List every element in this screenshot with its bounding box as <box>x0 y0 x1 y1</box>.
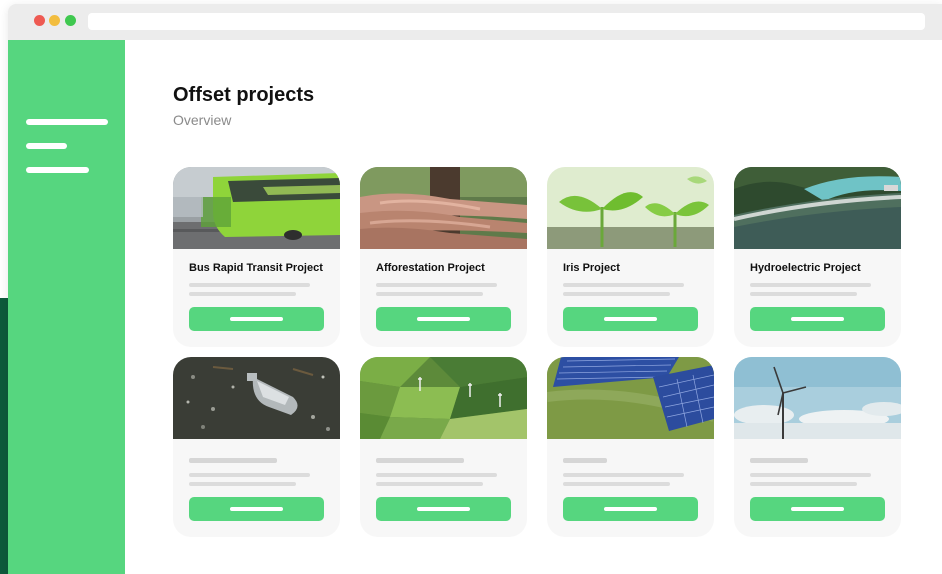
button-label-placeholder <box>417 317 470 321</box>
project-card[interactable]: Afforestation Project <box>360 167 527 347</box>
text-placeholder <box>189 482 296 486</box>
project-action-button[interactable] <box>376 307 511 331</box>
hands-on-tree-photo <box>360 167 527 249</box>
title-placeholder <box>189 458 277 463</box>
project-title: Iris Project <box>563 262 620 274</box>
text-placeholder <box>563 482 670 486</box>
text-placeholder <box>750 482 857 486</box>
project-card[interactable] <box>360 357 527 537</box>
project-title: Afforestation Project <box>376 262 485 274</box>
close-window-button[interactable] <box>34 15 45 26</box>
text-placeholder <box>189 283 310 287</box>
address-bar[interactable] <box>88 13 925 30</box>
sidebar-menu-line[interactable] <box>26 143 67 149</box>
maximize-window-button[interactable] <box>65 15 76 26</box>
minimize-window-button[interactable] <box>49 15 60 26</box>
text-placeholder <box>563 473 684 477</box>
dam-river-photo <box>734 167 901 249</box>
project-action-button[interactable] <box>750 307 885 331</box>
page-subtitle: Overview <box>173 112 232 128</box>
project-action-button[interactable] <box>563 497 698 521</box>
project-action-button[interactable] <box>376 497 511 521</box>
farmland-aerial-photo <box>360 357 527 439</box>
text-placeholder <box>376 482 483 486</box>
button-label-placeholder <box>604 317 657 321</box>
sidebar <box>8 40 125 574</box>
button-label-placeholder <box>230 317 283 321</box>
text-placeholder <box>189 473 310 477</box>
page-title: Offset projects <box>173 84 315 106</box>
text-placeholder <box>189 292 296 296</box>
button-label-placeholder <box>791 507 844 511</box>
project-action-button[interactable] <box>750 497 885 521</box>
text-placeholder <box>563 292 670 296</box>
button-label-placeholder <box>604 507 657 511</box>
text-placeholder <box>376 283 497 287</box>
text-placeholder <box>376 473 497 477</box>
project-card[interactable]: Iris Project <box>547 167 714 347</box>
sidebar-menu-line[interactable] <box>26 167 89 173</box>
project-title: Bus Rapid Transit Project <box>189 262 323 274</box>
project-card[interactable] <box>547 357 714 537</box>
text-placeholder <box>750 473 871 477</box>
wind-turbine-photo <box>734 357 901 439</box>
text-placeholder <box>563 283 684 287</box>
button-label-placeholder <box>791 317 844 321</box>
browser-titlebar <box>8 4 942 40</box>
title-placeholder <box>376 458 464 463</box>
text-placeholder <box>376 292 483 296</box>
bus-photo <box>173 167 340 249</box>
seedlings-photo <box>547 167 714 249</box>
sidebar-menu-line[interactable] <box>26 119 108 125</box>
project-card[interactable]: Bus Rapid Transit Project <box>173 167 340 347</box>
button-label-placeholder <box>417 507 470 511</box>
project-title: Hydroelectric Project <box>750 262 861 274</box>
solar-panels-photo <box>547 357 714 439</box>
browser-window: Offset projects Overview Bus Rapid Trans… <box>8 4 942 574</box>
project-action-button[interactable] <box>563 307 698 331</box>
title-placeholder <box>563 458 607 463</box>
project-card[interactable] <box>734 357 901 537</box>
project-card[interactable]: Hydroelectric Project <box>734 167 901 347</box>
plastic-bottle-photo <box>173 357 340 439</box>
text-placeholder <box>750 283 871 287</box>
title-placeholder <box>750 458 808 463</box>
project-action-button[interactable] <box>189 307 324 331</box>
project-action-button[interactable] <box>189 497 324 521</box>
project-card[interactable] <box>173 357 340 537</box>
text-placeholder <box>750 292 857 296</box>
button-label-placeholder <box>230 507 283 511</box>
